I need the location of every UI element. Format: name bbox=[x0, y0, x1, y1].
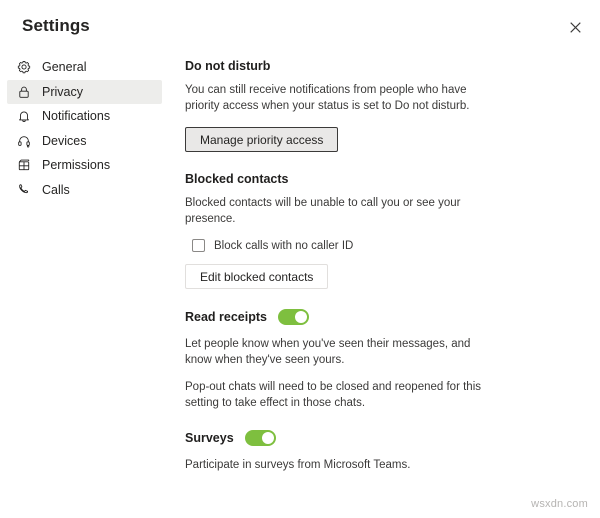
section-do-not-disturb: Do not disturb You can still receive not… bbox=[185, 58, 515, 152]
toggle-knob-icon bbox=[261, 432, 274, 444]
sidebar-item-privacy[interactable]: Privacy bbox=[7, 79, 162, 104]
read-receipts-toggle[interactable] bbox=[277, 309, 309, 325]
edit-blocked-contacts-button[interactable]: Edit blocked contacts bbox=[185, 264, 329, 289]
section-surveys: Surveys Participate in surveys from Micr… bbox=[185, 430, 515, 474]
lock-icon bbox=[16, 84, 32, 100]
settings-content-panel: Do not disturb You can still receive not… bbox=[185, 58, 515, 474]
read-receipts-row: Read receipts bbox=[185, 309, 515, 325]
headset-icon bbox=[16, 133, 32, 149]
section-read-receipts: Read receipts Let people know when you'v… bbox=[185, 309, 515, 411]
section-blocked-contacts: Blocked contacts Blocked contacts will b… bbox=[185, 171, 515, 289]
read-receipts-heading: Read receipts bbox=[185, 310, 267, 324]
sidebar-item-label: Privacy bbox=[42, 84, 83, 99]
block-no-caller-id-checkbox-row[interactable]: Block calls with no caller ID bbox=[192, 239, 515, 252]
phone-icon bbox=[16, 182, 32, 198]
sidebar-item-label: Permissions bbox=[42, 158, 111, 172]
blocked-contacts-description: Blocked contacts will be unable to call … bbox=[185, 197, 461, 225]
blocked-contacts-heading: Blocked contacts bbox=[185, 172, 289, 186]
read-receipts-description-1: Let people know when you've seen their m… bbox=[185, 338, 471, 366]
surveys-heading: Surveys bbox=[185, 431, 234, 445]
close-button[interactable] bbox=[562, 14, 588, 40]
toggle-knob-icon bbox=[294, 311, 307, 323]
settings-window: Settings General Privacy Notifications D… bbox=[0, 0, 600, 518]
block-no-caller-id-label: Block calls with no caller ID bbox=[214, 239, 354, 252]
bell-icon bbox=[16, 108, 32, 124]
surveys-toggle[interactable] bbox=[244, 430, 276, 446]
do-not-disturb-description: You can still receive notifications from… bbox=[185, 84, 470, 112]
do-not-disturb-heading: Do not disturb bbox=[185, 59, 271, 73]
page-title: Settings bbox=[22, 16, 90, 35]
read-receipts-description-2: Pop-out chats will need to be closed and… bbox=[185, 381, 481, 409]
sidebar-item-label: General bbox=[42, 60, 87, 74]
close-icon bbox=[569, 21, 581, 33]
sidebar-item-label: Calls bbox=[42, 182, 70, 197]
block-no-caller-id-checkbox[interactable] bbox=[192, 239, 205, 252]
sidebar-item-general[interactable]: General bbox=[7, 55, 162, 79]
gear-icon bbox=[16, 59, 32, 75]
sidebar-item-label: Devices bbox=[42, 133, 87, 148]
sidebar-item-calls[interactable]: Calls bbox=[7, 178, 162, 202]
sidebar-item-notifications[interactable]: Notifications bbox=[7, 104, 162, 128]
sidebar-item-permissions[interactable]: Permissions bbox=[7, 153, 162, 177]
sidebar-item-devices[interactable]: Devices bbox=[7, 129, 162, 153]
manage-priority-access-button[interactable]: Manage priority access bbox=[185, 127, 339, 152]
settings-sidebar: General Privacy Notifications Devices Pe… bbox=[0, 55, 170, 202]
app-grid-icon bbox=[16, 157, 32, 173]
surveys-description: Participate in surveys from Microsoft Te… bbox=[185, 459, 411, 471]
sidebar-item-label: Notifications bbox=[42, 109, 111, 123]
watermark: wsxdn.com bbox=[531, 498, 588, 510]
surveys-row: Surveys bbox=[185, 430, 515, 446]
